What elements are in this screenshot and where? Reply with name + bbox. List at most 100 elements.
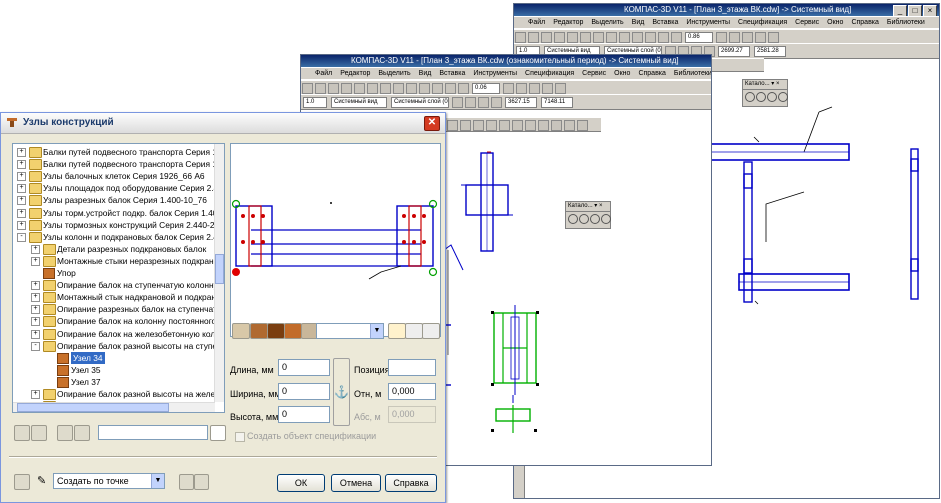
node-preview-drawing xyxy=(231,199,438,280)
offset-label: Отн, м xyxy=(354,389,382,399)
folder-icon xyxy=(29,219,42,231)
tree-item-label: Балки путей подвесного транспорта Серия … xyxy=(43,159,225,170)
view-side-icon[interactable] xyxy=(267,323,285,339)
add-node-icon[interactable] xyxy=(14,425,30,441)
create-mode-value: Создать по точке xyxy=(57,476,129,486)
width-label: Ширина, мм xyxy=(230,389,281,399)
expand-icon[interactable]: + xyxy=(31,256,40,266)
tree-item-label: Опирание балок на колонну постоянного се xyxy=(57,316,225,327)
tree-item-label: Узел 37 xyxy=(71,376,101,387)
tree-item-label: Опирание балок на железобетонную колон xyxy=(57,328,225,339)
edit-node-icon[interactable] xyxy=(31,425,47,441)
spec-checkbox-label: Создать объект спецификации xyxy=(247,431,377,441)
expand-icon[interactable]: + xyxy=(31,305,40,315)
expand-icon[interactable]: + xyxy=(31,244,40,254)
position-label: Позиция xyxy=(354,365,390,375)
node-icon xyxy=(57,376,69,388)
structural-nodes-dialog: Узлы конструкций ✕ + Балки путей подвесно… xyxy=(0,112,446,503)
tree-item-label: Упор xyxy=(57,268,76,278)
expand-icon[interactable]: + xyxy=(17,160,26,170)
expand-icon[interactable]: + xyxy=(17,220,26,230)
tree-item-label: Узлы разрезных балок Серия 1.400-10_76 xyxy=(43,195,207,206)
position-input[interactable] xyxy=(388,359,436,376)
height-input[interactable]: 0 xyxy=(278,406,330,423)
folder-icon xyxy=(43,243,56,255)
nodes-tree[interactable]: + Балки путей подвесного транспорта Серия… xyxy=(12,143,225,413)
tree-item-label: Балки путей подвесного транспорта Серия … xyxy=(43,147,225,157)
home-icon[interactable] xyxy=(388,323,406,339)
dialog-title: Узлы конструкций xyxy=(23,117,114,128)
length-input[interactable]: 0 xyxy=(278,359,330,376)
expand-icon[interactable]: + xyxy=(17,148,26,157)
create-mode-select[interactable]: Создать по точке ▼ xyxy=(53,473,165,489)
folder-icon xyxy=(43,328,56,340)
tree-item-label: Узел 35 xyxy=(71,364,101,375)
close-icon[interactable]: ✕ xyxy=(424,116,440,131)
expand-icon[interactable]: + xyxy=(17,208,26,218)
collapse-icon[interactable]: - xyxy=(31,341,40,351)
node-icon xyxy=(57,352,69,364)
anchor-button[interactable]: ⚓ xyxy=(333,358,350,426)
expand-icon[interactable]: + xyxy=(17,184,26,194)
folder-icon xyxy=(43,280,56,292)
tree-search-input[interactable] xyxy=(98,425,208,440)
expand-icon[interactable]: + xyxy=(17,172,26,182)
settings-icon[interactable] xyxy=(194,474,209,490)
node-icon xyxy=(57,364,69,376)
view-front-icon[interactable] xyxy=(250,323,268,339)
tree-horizontal-scrollbar[interactable] xyxy=(13,402,215,412)
arrow-down-icon[interactable] xyxy=(74,425,90,441)
tree-item-label: Узлы балочных клеток Серия 1926_66 А6 xyxy=(43,171,205,182)
expand-icon[interactable]: + xyxy=(31,329,40,339)
folder-icon xyxy=(29,195,42,207)
folder-icon xyxy=(29,171,42,183)
folder-icon xyxy=(43,316,56,328)
tree-item-label: Узлы площадок под оборудование Серия 2.4… xyxy=(43,183,225,194)
view-3d-icon[interactable] xyxy=(232,323,250,339)
folder-icon xyxy=(43,304,56,316)
nodes-icon xyxy=(7,118,17,127)
tree-item-label: Опирание разрезных балок на ступенчатую xyxy=(57,304,225,315)
tree-item-label: Опирание балок на ступенчатую колонну xyxy=(57,280,218,291)
expand-icon[interactable]: + xyxy=(17,196,26,206)
view-top-icon[interactable] xyxy=(284,323,302,339)
abs-label: Абс, м xyxy=(354,412,381,422)
folder-icon xyxy=(29,207,42,219)
expand-icon[interactable]: + xyxy=(31,317,40,327)
offset-input[interactable]: 0,000 xyxy=(388,383,436,400)
ok-button[interactable]: ОК xyxy=(277,474,325,492)
node-preview xyxy=(230,143,441,337)
tree-item-label: Детали разрезных подкрановых балок xyxy=(57,243,207,254)
spec-checkbox[interactable] xyxy=(235,432,245,442)
search-icon[interactable] xyxy=(210,425,226,441)
insert-icon[interactable] xyxy=(14,474,30,490)
arrow-up-icon[interactable] xyxy=(57,425,73,441)
cancel-button[interactable]: Отмена xyxy=(331,474,381,492)
expand-icon[interactable]: + xyxy=(31,281,40,291)
tree-item-label: Опирание балок разной высоты на ступенча xyxy=(57,340,225,351)
tree-item-label: Монтажные стыки неразрезных подкрановых xyxy=(57,255,225,266)
tree-item-label: Узлы колонн и подкрановых балок Серия 2.… xyxy=(43,231,225,242)
folder-icon xyxy=(43,292,56,304)
node-icon xyxy=(43,268,55,279)
pen-icon: ✎ xyxy=(37,475,47,487)
tree-item-label: Узлы тормозных конструкций Серия 2.440-2… xyxy=(43,219,225,230)
dialog-titlebar[interactable]: Узлы конструкций ✕ xyxy=(1,113,445,134)
lock-icon[interactable] xyxy=(422,323,440,339)
collapse-icon[interactable]: - xyxy=(17,232,26,242)
roof-icon[interactable] xyxy=(405,323,423,339)
tree-item-label: Монтажный стык надкрановой и подкранов xyxy=(57,292,225,303)
tree-item-label: Узел 34 xyxy=(71,351,105,364)
help-button[interactable]: Справка xyxy=(385,474,437,492)
tree-item-label: Узлы торм.устройст подкр. балок Серия 1.… xyxy=(43,207,225,218)
width-input[interactable]: 0 xyxy=(278,383,330,400)
folder-icon xyxy=(29,147,42,158)
tree-vertical-scrollbar[interactable] xyxy=(214,144,224,402)
folder-icon xyxy=(43,340,56,352)
expand-icon[interactable]: + xyxy=(31,293,40,303)
expand-icon[interactable]: + xyxy=(31,390,40,399)
view-select[interactable]: ▼ xyxy=(316,323,384,339)
tree-item-label: Опирание балок разной высоты на железобе xyxy=(57,389,225,399)
apply-icon[interactable] xyxy=(179,474,194,490)
abs-input: 0,000 xyxy=(388,406,436,423)
